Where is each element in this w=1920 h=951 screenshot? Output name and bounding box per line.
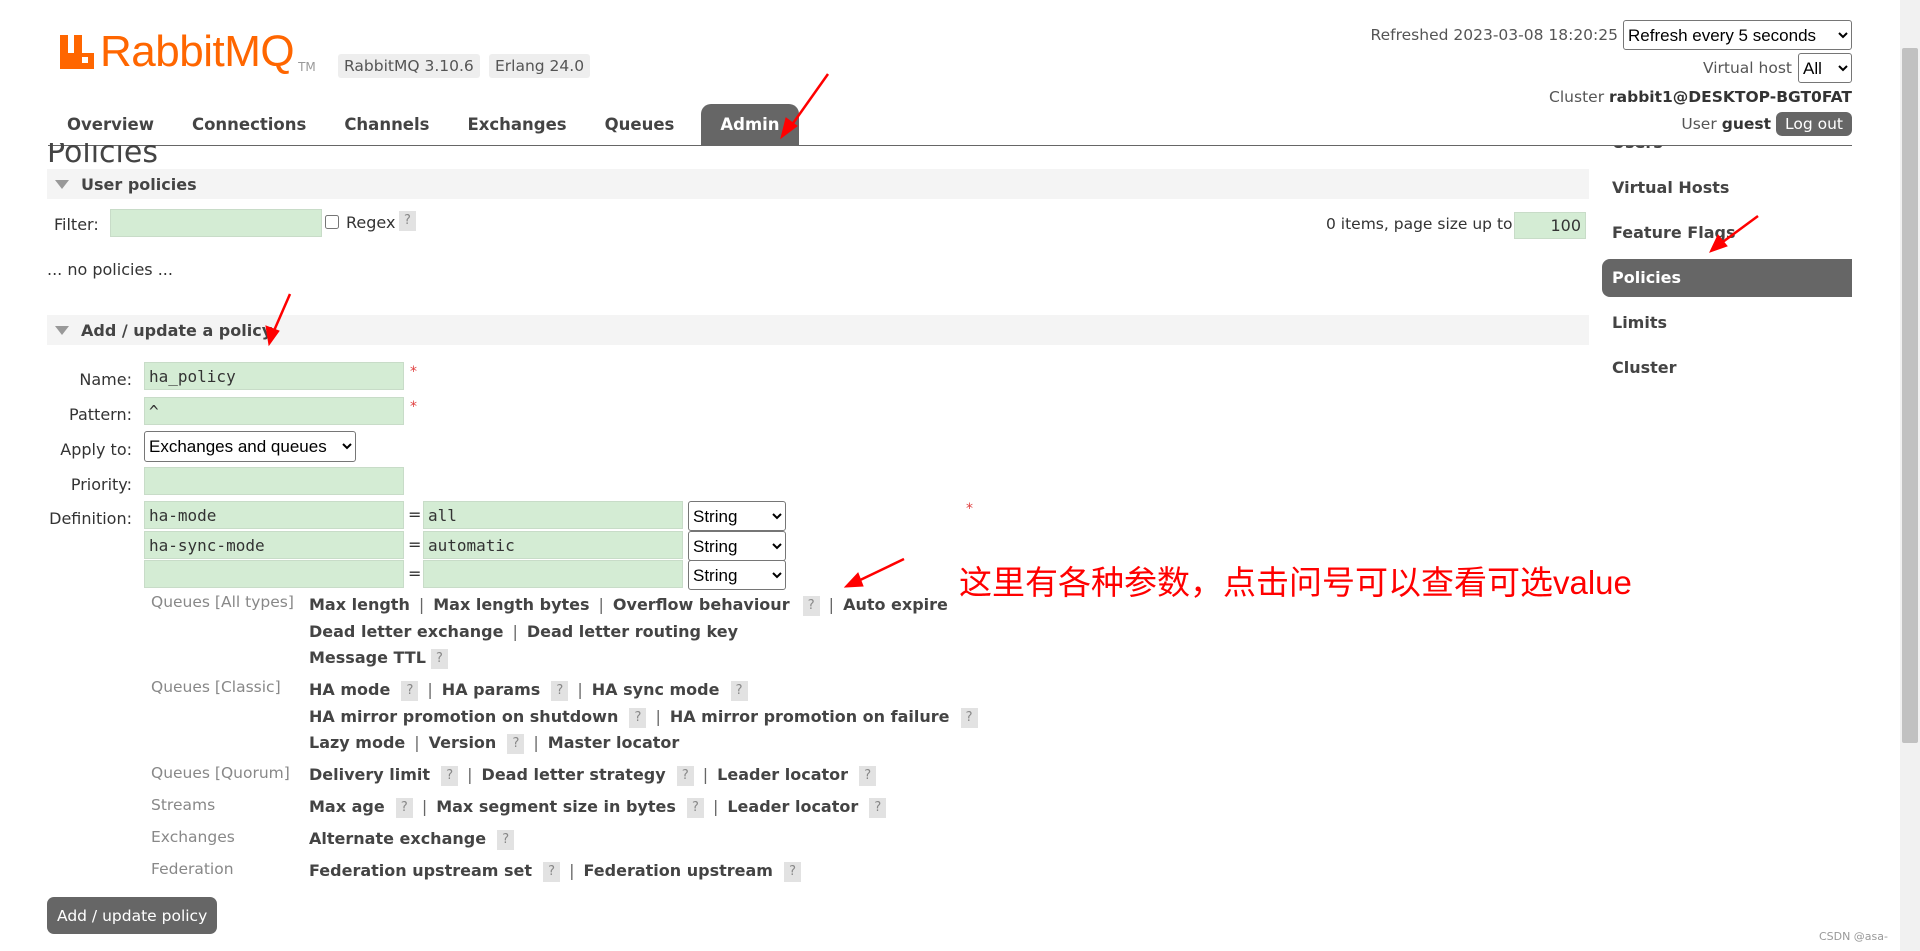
watermark: CSDN @asa- xyxy=(1818,930,1888,943)
annotation-arrows xyxy=(265,73,1759,588)
scrollbar-thumb[interactable] xyxy=(1902,48,1918,743)
